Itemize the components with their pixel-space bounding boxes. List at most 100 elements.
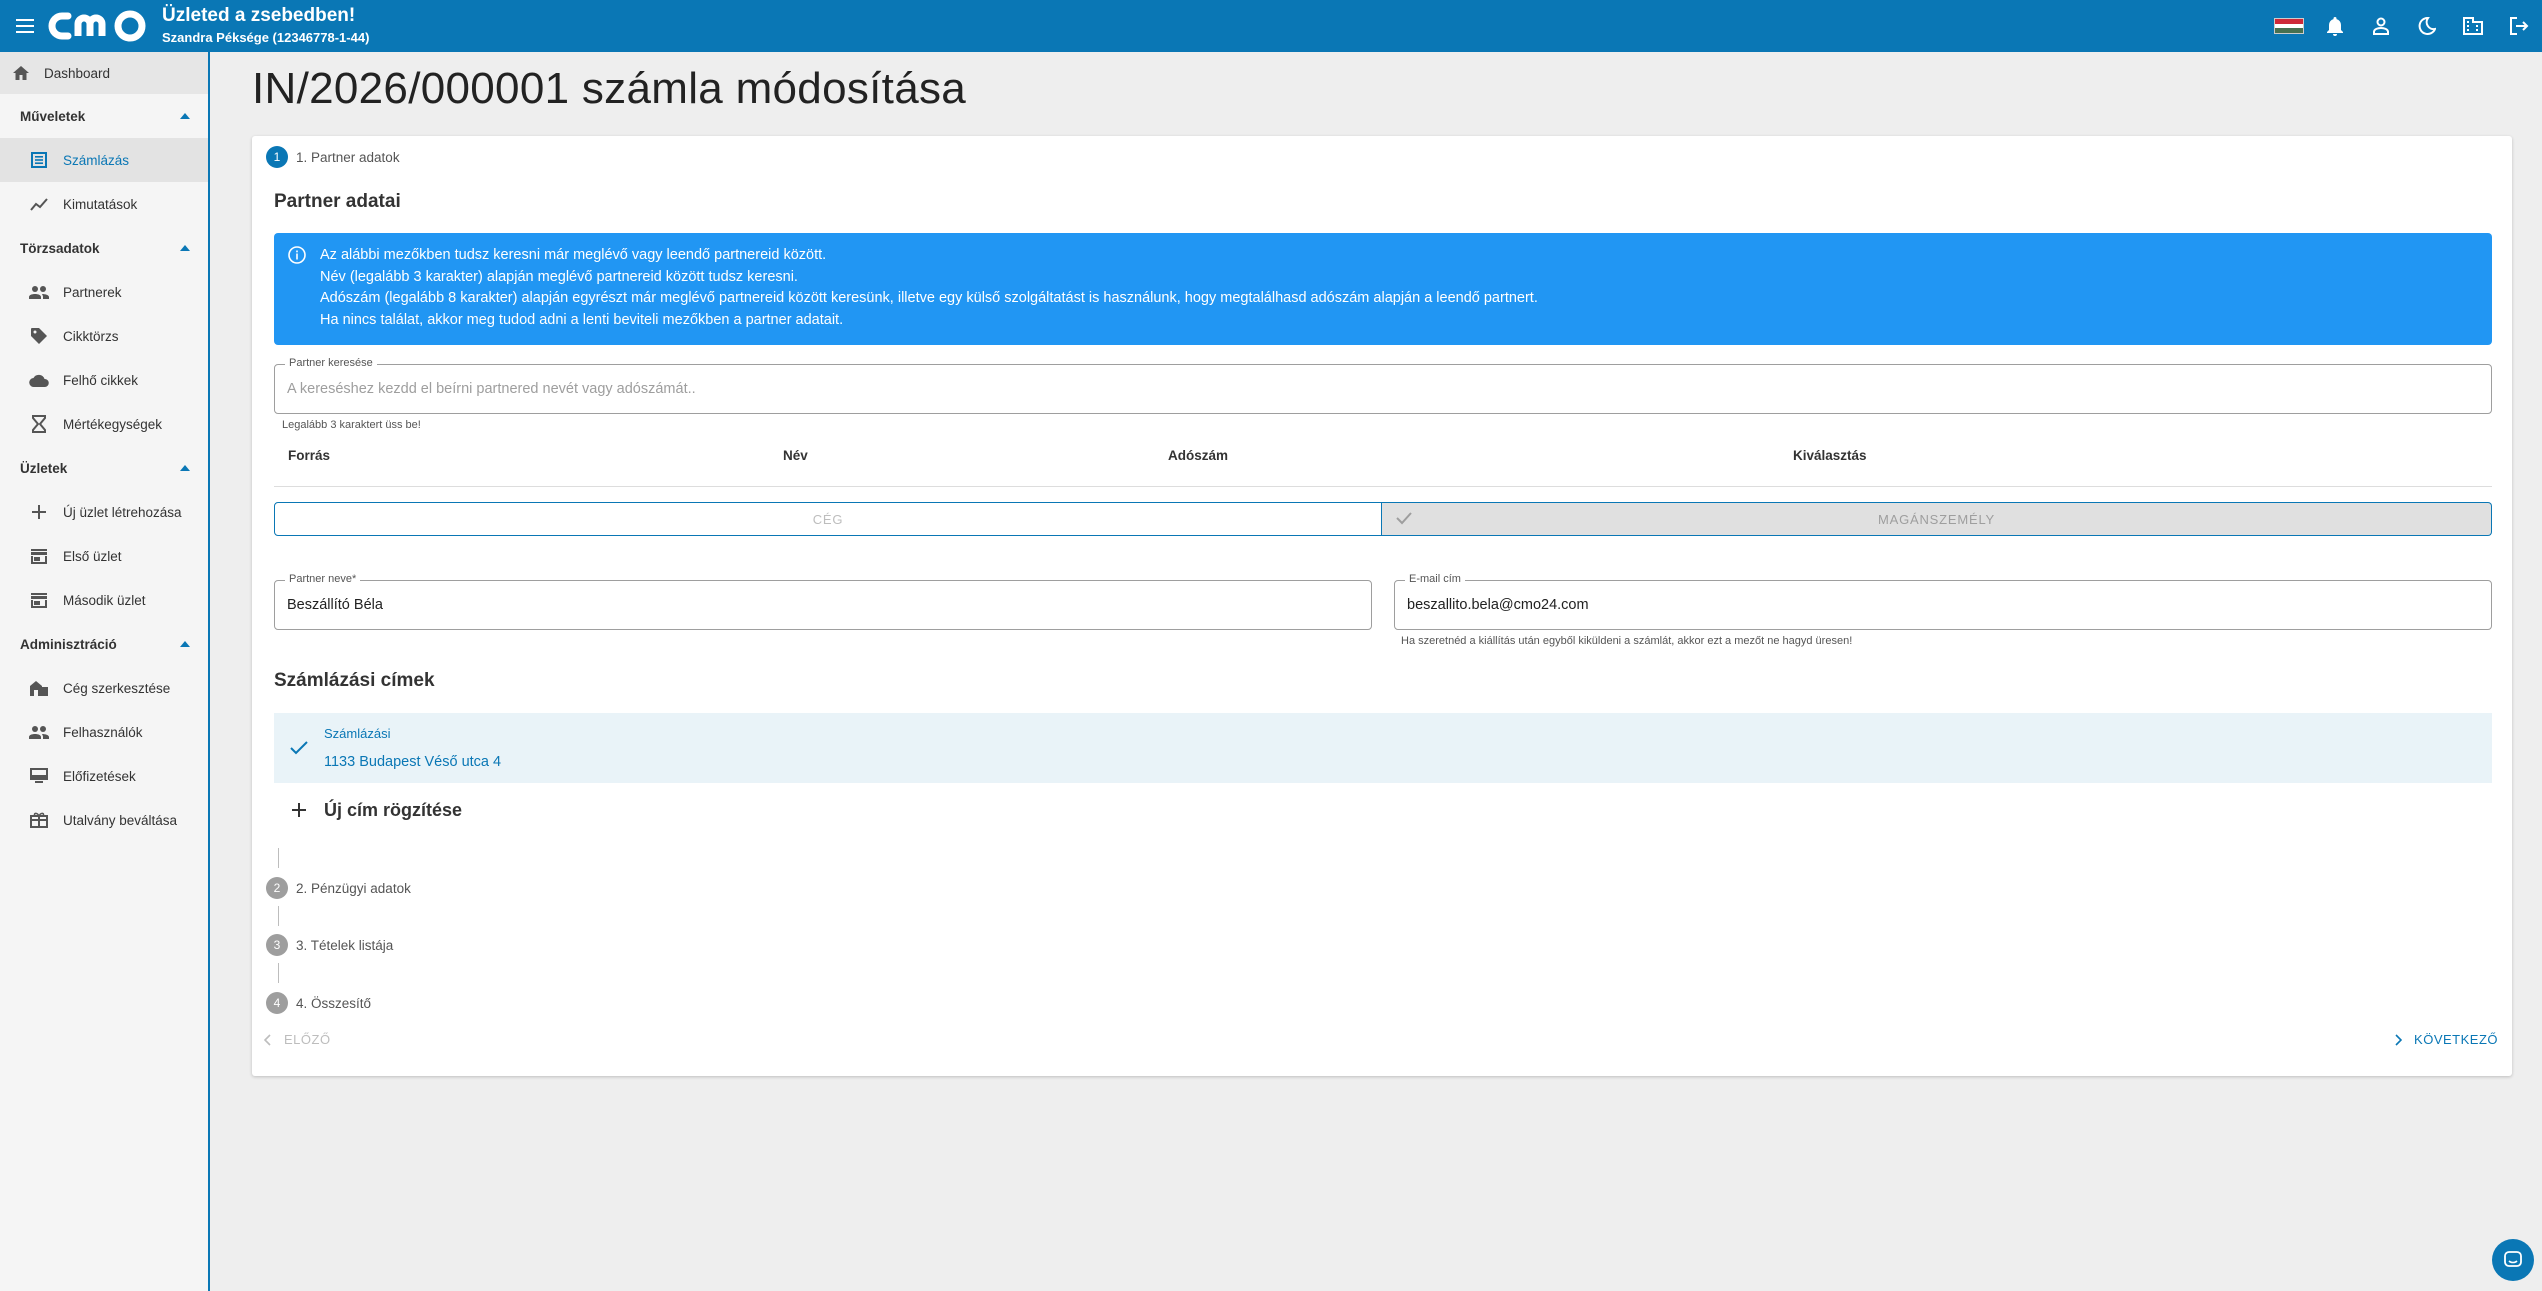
partner-search-placeholder: A kereséshez kezdd el beírni partnered n…: [287, 381, 696, 397]
step-2-header[interactable]: 2 2. Pénzügyi adatok: [266, 877, 411, 899]
toggle-label: MAGÁNSZEMÉLY: [1878, 511, 1995, 527]
chevron-left-icon: [264, 1033, 271, 1046]
new-address-label: Új cím rögzítése: [324, 799, 463, 820]
chevron-up-icon: [180, 245, 190, 251]
billing-address-text: Számlázási 1133 Budapest Véső utca 4: [324, 726, 501, 770]
sidebar-item-kimutatasok[interactable]: Kimutatások: [0, 182, 208, 226]
store-icon: [28, 589, 50, 611]
chat-support-button[interactable]: [2492, 1239, 2534, 1281]
sidebar-item-label: Második üzlet: [63, 592, 146, 608]
brand-text: Üzleted a zsebedben! Szandra Péksége (12…: [162, 5, 369, 47]
step-connector: [278, 963, 279, 983]
table-header-forras: Forrás: [288, 448, 331, 463]
step-number: 4: [266, 992, 288, 1014]
sidebar-item-label: Utalvány beváltása: [63, 812, 178, 828]
sidebar-item-label: Első üzlet: [63, 548, 122, 564]
next-label: KÖVETKEZŐ: [2414, 1032, 2498, 1047]
info-icon: [288, 245, 308, 345]
sidebar-item-label: Új üzlet létrehozása: [63, 504, 182, 520]
sidebar-item-dashboard[interactable]: Dashboard: [0, 52, 208, 94]
partner-search-hint: Legalább 3 karaktert üss be!: [282, 419, 421, 431]
company-edit-icon: [28, 677, 50, 699]
step-label: 3. Tételek listája: [296, 937, 394, 953]
chart-line-icon: [28, 193, 50, 215]
partner-name-value: Beszállító Béla: [287, 597, 383, 613]
people-icon: [28, 281, 50, 303]
sidebar-section-muveletek[interactable]: Műveletek: [0, 94, 208, 138]
chevron-up-icon: [180, 465, 190, 471]
step-3-header[interactable]: 3 3. Tételek listája: [266, 934, 393, 956]
toggle-company-button[interactable]: CÉG: [274, 502, 1382, 536]
sidebar-item-szamlazas[interactable]: Számlázás: [0, 138, 208, 182]
cloud-icon: [28, 369, 50, 391]
sidebar-item-elso-uzlet[interactable]: Első üzlet: [0, 534, 208, 578]
bell-icon[interactable]: [2312, 0, 2358, 52]
sidebar-item-uj-uzlet[interactable]: Új üzlet létrehozása: [0, 490, 208, 534]
chevron-up-icon: [180, 113, 190, 119]
sidebar-item-label: Előfizetések: [63, 768, 136, 784]
new-address-button[interactable]: Új cím rögzítése: [274, 795, 462, 825]
partner-section-title: Partner adatai: [274, 191, 401, 212]
partner-name-field[interactable]: Partner neve* Beszállító Béla: [274, 573, 1372, 630]
toggle-label: CÉG: [812, 511, 844, 527]
step-label: 1. Partner adatok: [296, 149, 400, 165]
sidebar-item-cikktorzs[interactable]: Cikktörzs: [0, 314, 208, 358]
step-connector: [278, 848, 279, 868]
partner-type-toggle: CÉG MAGÁNSZEMÉLY: [274, 502, 2492, 536]
partner-search-input[interactable]: Partner keresése A kereséshez kezdd el b…: [274, 357, 2492, 414]
chevron-up-icon: [180, 641, 190, 647]
receipt-list-icon: [28, 149, 50, 171]
info-line: Név (legalább 3 karakter) alapján meglév…: [320, 268, 798, 285]
sidebar-item-felho-cikkek[interactable]: Felhő cikkek: [0, 358, 208, 402]
chat-icon: [2504, 1251, 2522, 1267]
business-icon[interactable]: [2450, 0, 2496, 52]
monitor-icon: [28, 765, 50, 787]
store-icon: [28, 545, 50, 567]
sidebar-section-adminisztracio[interactable]: Adminisztráció: [0, 622, 208, 666]
email-hint: Ha szeretnéd a kiállítás után egyből kik…: [1401, 635, 1853, 647]
sidebar: Dashboard Műveletek Számlázás Kimutatáso…: [0, 52, 210, 1291]
step-number: 3: [266, 934, 288, 956]
step-1-header[interactable]: 1 1. Partner adatok: [266, 146, 400, 168]
step-4-header[interactable]: 4 4. Összesítő: [266, 992, 371, 1014]
sidebar-item-felhasznalok[interactable]: Felhasználók: [0, 710, 208, 754]
sidebar-section-uzletek[interactable]: Üzletek: [0, 446, 208, 490]
sidebar-section-label: Adminisztráció: [20, 636, 117, 652]
previous-button[interactable]: ELŐZŐ: [264, 1032, 331, 1047]
company-name: Szandra Péksége (12346778-1-44): [162, 30, 370, 45]
menu-icon[interactable]: [0, 0, 52, 52]
sidebar-item-partnerek[interactable]: Partnerek: [0, 270, 208, 314]
table-header-adoszam: Adószám: [1168, 448, 1229, 463]
sidebar-section-label: Törzsadatok: [20, 240, 100, 256]
sidebar-section-torzsadatok[interactable]: Törzsadatok: [0, 226, 208, 270]
billing-section-title: Számlázási címek: [274, 670, 435, 691]
sidebar-item-mertekegysegek[interactable]: Mértékegységek: [0, 402, 208, 446]
sidebar-item-label: Mértékegységek: [63, 416, 163, 432]
chevron-right-icon: [2395, 1033, 2403, 1046]
step-number: 2: [266, 877, 288, 899]
logout-icon[interactable]: [2496, 0, 2542, 52]
home-icon: [10, 62, 32, 84]
check-icon: [1396, 511, 1412, 525]
people-icon: [28, 721, 50, 743]
check-icon: [274, 741, 324, 755]
sidebar-item-label: Dashboard: [44, 65, 111, 81]
sidebar-item-ceg-szerkesztese[interactable]: Cég szerkesztése: [0, 666, 208, 710]
sidebar-item-elofizetesek[interactable]: Előfizetések: [0, 754, 208, 798]
cmo-logo[interactable]: [48, 0, 152, 52]
email-field[interactable]: E-mail cím beszallito.bela@cmo24.com: [1394, 573, 2492, 630]
toggle-individual-button[interactable]: MAGÁNSZEMÉLY: [1382, 502, 2492, 536]
sidebar-item-label: Felhő cikkek: [63, 372, 139, 388]
billing-address-item[interactable]: Számlázási 1133 Budapest Véső utca 4: [274, 713, 2492, 783]
hungarian-flag-icon[interactable]: [2266, 0, 2312, 52]
account-icon[interactable]: [2358, 0, 2404, 52]
invoice-stepper-card: 1 1. Partner adatok Partner adatai Az al…: [252, 136, 2512, 1076]
sidebar-item-label: Cikktörzs: [63, 328, 119, 344]
table-header-kivalasztas: Kiválasztás: [1793, 448, 1867, 463]
sidebar-item-label: Partnerek: [63, 284, 122, 300]
next-button[interactable]: KÖVETKEZŐ: [2394, 1032, 2498, 1047]
sidebar-item-masodik-uzlet[interactable]: Második üzlet: [0, 578, 208, 622]
dark-mode-icon[interactable]: [2404, 0, 2450, 52]
sidebar-item-utalvany[interactable]: Utalvány beváltása: [0, 798, 208, 842]
sidebar-item-label: Számlázás: [63, 152, 130, 168]
